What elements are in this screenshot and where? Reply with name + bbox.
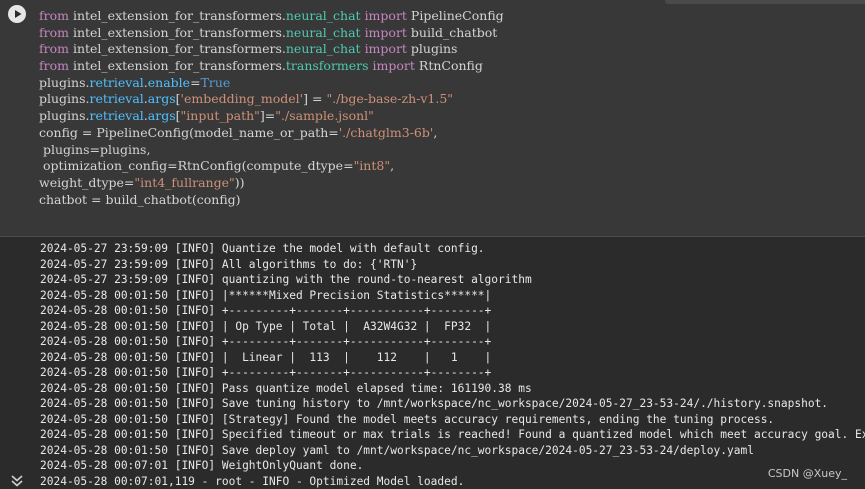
code-token: intel_extension_for_transformers. xyxy=(68,41,286,57)
code-line: chatbot = build_chatbot(config) xyxy=(39,192,504,209)
code-token: retrieval xyxy=(89,108,144,124)
code-token: , xyxy=(390,158,395,174)
log-line: 2024-05-28 00:01:50 [INFO] +---------+--… xyxy=(40,335,492,348)
log-line: 2024-05-28 00:01:50 [INFO] +---------+--… xyxy=(40,304,492,317)
code-line: plugins.retrieval.enable=True xyxy=(39,75,504,92)
code-token: import xyxy=(364,41,407,57)
code-token: plugins. xyxy=(39,74,90,90)
code-token: args xyxy=(147,108,176,124)
code-token: args xyxy=(147,91,176,107)
log-line: 2024-05-28 00:01:50 [INFO] |******Mixed … xyxy=(40,288,492,302)
code-token: "./sample.jsonl" xyxy=(275,108,374,124)
output-log: 2024-05-27 23:59:09 [INFO] Quantize the … xyxy=(40,241,865,489)
code-token: ] = xyxy=(303,91,327,107)
log-line: 2024-05-28 00:01:50 [INFO] Save deploy y… xyxy=(40,443,754,457)
code-token: RtnConfig xyxy=(414,58,483,74)
code-token: )) xyxy=(234,174,245,190)
code-token: "input_path" xyxy=(180,108,260,124)
code-token: chatbot = build_chatbot(config) xyxy=(39,191,241,207)
code-token: transformers xyxy=(285,58,369,74)
log-line: 2024-05-28 00:01:50 [INFO] Save tuning h… xyxy=(40,397,829,410)
code-token: enable xyxy=(147,74,191,90)
log-line: 2024-05-28 00:01:50 [INFO] +---------+--… xyxy=(40,366,492,379)
code-line: plugins.retrieval.args["input_path"]="./… xyxy=(39,108,504,125)
code-line: from intel_extension_for_transformers.tr… xyxy=(39,58,504,75)
code-token: config = PipelineConfig(model_name_or_pa… xyxy=(39,124,339,140)
code-token: intel_extension_for_transformers. xyxy=(68,8,286,23)
chevron-double-down-icon[interactable] xyxy=(10,474,24,488)
code-token: from xyxy=(39,8,69,23)
code-token: import xyxy=(364,24,407,40)
log-line: 2024-05-27 23:59:09 [INFO] All algorithm… xyxy=(40,257,418,271)
code-token: neural_chat xyxy=(285,8,361,23)
code-token: weight_dtype= xyxy=(39,174,135,190)
code-line: config = PipelineConfig(model_name_or_pa… xyxy=(39,125,504,142)
code-token: neural_chat xyxy=(285,24,361,40)
code-token: neural_chat xyxy=(285,41,361,57)
code-editor[interactable]: from intel_extension_for_transformers.ne… xyxy=(39,8,504,208)
code-token: "int4_fullrange" xyxy=(134,174,235,190)
code-token: "int8" xyxy=(353,158,391,174)
log-line: 2024-05-27 23:59:09 [INFO] quantizing wi… xyxy=(40,273,532,286)
code-token: plugins xyxy=(406,41,458,57)
log-line: 2024-05-28 00:01:50 [INFO] Specified tim… xyxy=(40,428,865,441)
play-icon xyxy=(15,10,22,18)
log-line: 2024-05-28 00:07:01 [INFO] WeightOnlyQua… xyxy=(40,459,364,472)
code-token: "./bge-base-zh-v1.5" xyxy=(326,91,454,107)
log-line: 2024-05-28 00:01:50 [INFO] Pass quantize… xyxy=(40,381,532,395)
code-token: build_chatbot xyxy=(406,24,498,40)
code-token: from xyxy=(39,58,69,74)
code-line: weight_dtype="int4_fullrange")) xyxy=(39,175,504,192)
code-line: plugins=plugins, xyxy=(39,142,504,159)
code-token: from xyxy=(39,41,69,57)
run-cell-button[interactable] xyxy=(8,5,26,23)
code-token: plugins. xyxy=(39,91,90,107)
code-cell[interactable]: from intel_extension_for_transformers.ne… xyxy=(0,0,865,233)
code-token: True xyxy=(200,74,231,90)
cell-output: 2024-05-27 23:59:09 [INFO] Quantize the … xyxy=(0,236,865,489)
code-token: retrieval xyxy=(89,91,144,107)
code-token: , xyxy=(433,124,438,140)
code-line: from intel_extension_for_transformers.ne… xyxy=(39,25,504,42)
code-token: retrieval xyxy=(89,74,144,90)
code-token: = xyxy=(190,74,201,90)
cell-toolbar xyxy=(665,0,865,4)
code-token: PipelineConfig xyxy=(406,8,504,23)
code-line: from intel_extension_for_transformers.ne… xyxy=(39,41,504,58)
log-line: 2024-05-28 00:01:50 [INFO] [Strategy] Fo… xyxy=(40,412,775,426)
log-line: 2024-05-28 00:01:50 [INFO] | Linear | 11… xyxy=(40,350,492,364)
watermark: CSDN @Xuey_ xyxy=(767,467,847,480)
output-gutter xyxy=(0,237,34,489)
log-line: 2024-05-27 23:59:09 [INFO] Quantize the … xyxy=(40,242,485,255)
code-token: ]= xyxy=(259,108,276,124)
log-line: 2024-05-28 00:01:50 [INFO] | Op Type | T… xyxy=(40,319,492,333)
code-line: optimization_config=RtnConfig(compute_dt… xyxy=(39,158,504,175)
code-token: intel_extension_for_transformers. xyxy=(68,58,286,74)
code-token: plugins. xyxy=(39,108,90,124)
code-token: from xyxy=(39,24,69,40)
code-token: plugins=plugins, xyxy=(39,141,151,157)
code-token: 'embedding_model' xyxy=(180,91,304,107)
notebook-page: from intel_extension_for_transformers.ne… xyxy=(0,0,865,489)
code-line: plugins.retrieval.args['embedding_model'… xyxy=(39,91,504,108)
code-token: optimization_config=RtnConfig(compute_dt… xyxy=(39,158,354,174)
code-token: './chatglm3-6b' xyxy=(338,124,434,140)
code-token: import xyxy=(364,8,407,23)
log-line: 2024-05-28 00:07:01,119 - root - INFO - … xyxy=(40,474,465,488)
code-token: import xyxy=(372,58,415,74)
code-token: intel_extension_for_transformers. xyxy=(68,24,286,40)
code-line: from intel_extension_for_transformers.ne… xyxy=(39,8,504,25)
